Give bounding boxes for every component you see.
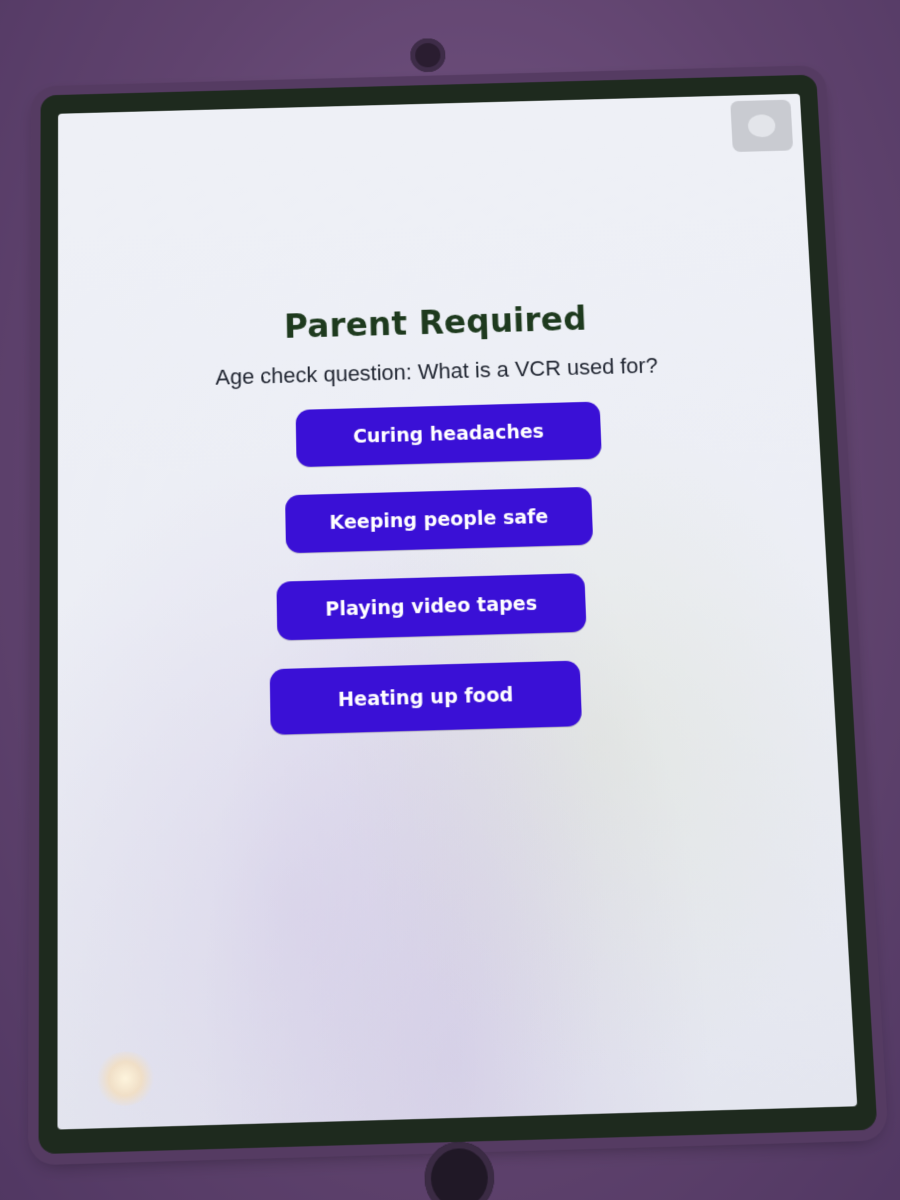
page-title: Parent Required (284, 300, 588, 346)
parent-gate-dialog: Parent Required Age check question: What… (58, 293, 836, 741)
answer-button-heating-up-food[interactable]: Heating up food (270, 660, 582, 734)
assistive-touch-dot (747, 114, 775, 137)
tablet-bezel: Parent Required Age check question: What… (39, 75, 878, 1155)
answer-list: Curing headaches Keeping people safe Pla… (286, 402, 603, 735)
answer-button-playing-video-tapes[interactable]: Playing video tapes (276, 573, 586, 640)
photo-scene: Parent Required Age check question: What… (0, 0, 900, 1200)
answer-button-keeping-people-safe[interactable]: Keeping people safe (285, 487, 593, 553)
age-check-question: Age check question: What is a VCR used f… (215, 353, 658, 391)
light-glare (94, 1051, 157, 1107)
tablet-screen: Parent Required Age check question: What… (57, 94, 857, 1130)
assistive-touch-icon[interactable] (730, 100, 793, 152)
answer-button-curing-headaches[interactable]: Curing headaches (296, 402, 602, 468)
